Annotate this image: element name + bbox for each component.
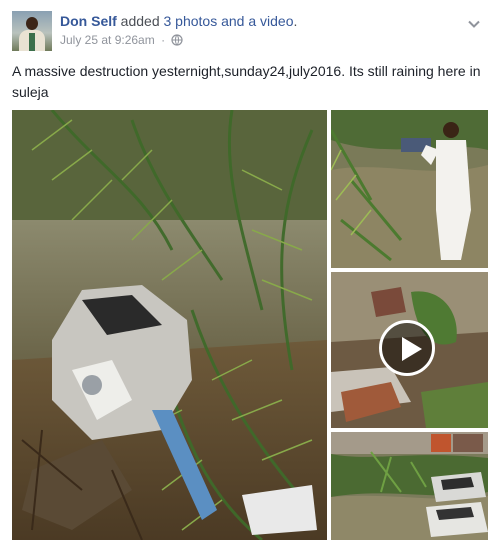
action-suffix: . [293, 13, 298, 29]
post-headline: Don Self added 3 photos and a video. [60, 13, 297, 29]
post-header: Don Self added 3 photos and a video. Jul… [12, 11, 481, 51]
post-meta: July 25 at 9:26am · [60, 33, 184, 49]
media-grid [12, 110, 488, 540]
play-icon [402, 337, 422, 361]
photo-flooded-cars[interactable] [331, 432, 488, 540]
photo-main[interactable] [12, 110, 327, 540]
globe-icon[interactable] [171, 34, 184, 49]
avatar-body [19, 30, 45, 51]
play-button[interactable] [379, 320, 435, 376]
meta-separator: · [161, 33, 166, 47]
video-thumbnail[interactable] [331, 272, 488, 428]
avatar[interactable] [12, 11, 52, 51]
media-summary-link[interactable]: 3 photos and a video [164, 13, 294, 29]
chevron-down-icon[interactable] [467, 17, 481, 31]
photo-man-in-white[interactable] [331, 110, 488, 268]
action-prefix: added [120, 13, 160, 29]
timestamp-link[interactable]: July 25 at 9:26am [60, 33, 155, 47]
avatar-head [26, 17, 38, 30]
author-name-link[interactable]: Don Self [60, 13, 117, 29]
post-text: A massive destruction yesternight,sunday… [12, 63, 481, 100]
